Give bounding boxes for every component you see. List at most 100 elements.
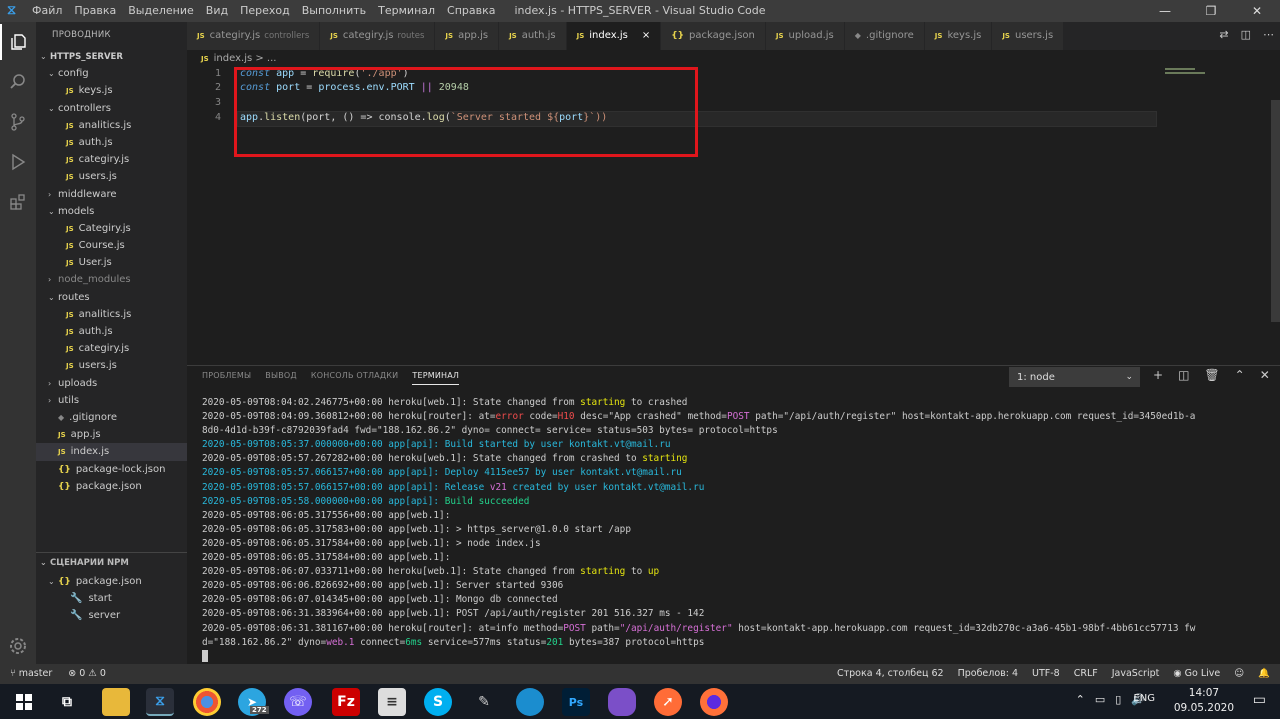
postman-icon[interactable]: ➚ — [654, 688, 682, 716]
more-actions-icon[interactable]: ⋯ — [1263, 28, 1274, 41]
feedback-icon[interactable]: ☺ — [1234, 664, 1244, 684]
tree-item[interactable]: ◆ .gitignore — [36, 409, 187, 426]
new-terminal-icon[interactable]: + — [1153, 368, 1163, 382]
obs-icon[interactable] — [516, 688, 544, 716]
tab-output[interactable]: ВЫВОД — [265, 371, 297, 385]
tree-item[interactable]: JS app.js — [36, 426, 187, 443]
split-terminal-icon[interactable]: ◫ — [1178, 368, 1189, 382]
tab-upload-js[interactable]: JS upload.js — [765, 22, 845, 50]
app-icon[interactable] — [608, 688, 636, 716]
clock[interactable]: 14:07 09.05.2020 — [1174, 686, 1234, 716]
network-icon[interactable]: ▭ — [1095, 693, 1105, 706]
language-indicator[interactable]: ENG — [1133, 693, 1155, 704]
end-of-line[interactable]: CRLF — [1074, 664, 1098, 684]
telegram-icon[interactable]: ➤ 272 — [238, 688, 269, 716]
npm-script-start[interactable]: 🔧 start — [36, 590, 187, 607]
tray-chevron-icon[interactable]: ⌃ — [1076, 693, 1085, 706]
tab-categiry-js[interactable]: JS categiry.js routes — [320, 22, 436, 50]
firefox-icon[interactable] — [700, 688, 728, 716]
tab-categiry-js[interactable]: JS categiry.js controllers — [187, 22, 321, 50]
action-center-icon[interactable]: ▭ — [1253, 692, 1266, 708]
settings-gear-icon[interactable] — [0, 628, 36, 664]
file-explorer-icon[interactable] — [102, 688, 130, 716]
compare-icon[interactable]: ⇄ — [1219, 28, 1228, 41]
windows-start-icon[interactable] — [10, 688, 38, 716]
maximize-button[interactable]: ❐ — [1188, 0, 1234, 22]
vscode-taskbar-icon[interactable]: ⧖ — [146, 688, 174, 716]
tree-item[interactable]: JS users.js — [36, 168, 187, 185]
menu-run[interactable]: Выполнить — [302, 4, 366, 17]
tree-item[interactable]: JS keys.js — [36, 82, 187, 99]
minimize-button[interactable]: — — [1142, 0, 1188, 22]
maximize-panel-icon[interactable]: ⌃ — [1235, 368, 1245, 382]
problems-status[interactable]: ⊗ 0 ⚠ 0 — [68, 664, 106, 684]
tree-item[interactable]: JS analitics.js — [36, 117, 187, 134]
menu-terminal[interactable]: Терминал — [378, 4, 435, 17]
tree-item[interactable]: JS Course.js — [36, 237, 187, 254]
cursor-position[interactable]: Строка 4, столбец 62 — [837, 664, 944, 684]
tab-debug-console[interactable]: КОНСОЛЬ ОТЛАДКИ — [311, 371, 399, 385]
tree-item[interactable]: ⌄ config — [36, 65, 187, 82]
skype-icon[interactable]: S — [424, 688, 452, 716]
tab-index-js[interactable]: JS index.js × — [566, 22, 662, 50]
chrome-icon[interactable] — [193, 688, 221, 716]
menu-selection[interactable]: Выделение — [128, 4, 194, 17]
tree-item[interactable]: › middleware — [36, 186, 187, 203]
branch-status[interactable]: ⑂ master — [10, 664, 52, 684]
menu-file[interactable]: Файл — [32, 4, 62, 17]
battery-icon[interactable]: ▯ — [1115, 693, 1121, 706]
menu-help[interactable]: Справка — [447, 4, 495, 17]
menu-view[interactable]: Вид — [206, 4, 228, 17]
paint-icon[interactable]: ✎ — [470, 688, 498, 716]
close-panel-icon[interactable]: ✕ — [1260, 368, 1270, 382]
source-control-icon[interactable] — [0, 104, 36, 140]
breadcrumb[interactable]: JS index.js > ... — [187, 50, 276, 68]
tree-item[interactable]: › utils — [36, 392, 187, 409]
editor-scrollbar[interactable] — [1271, 100, 1280, 322]
tree-item[interactable]: ⌄ controllers — [36, 100, 187, 117]
language-mode[interactable]: JavaScript — [1112, 664, 1160, 684]
run-debug-icon[interactable] — [0, 144, 36, 180]
terminal-select[interactable]: 1: node ⌄ — [1009, 367, 1140, 387]
tab-app-js[interactable]: JS app.js — [435, 22, 500, 50]
menu-go[interactable]: Переход — [240, 4, 290, 17]
tab-terminal[interactable]: ТЕРМИНАЛ — [412, 371, 460, 385]
notepad-icon[interactable]: ≡ — [378, 688, 406, 716]
kill-terminal-icon[interactable]: 🗑 — [1204, 368, 1219, 382]
tab-auth-js[interactable]: JS auth.js — [499, 22, 567, 50]
tree-item[interactable]: JS categiry.js — [36, 151, 187, 168]
menu-edit[interactable]: Правка — [74, 4, 116, 17]
tree-item[interactable]: ⌄ routes — [36, 289, 187, 306]
tree-item[interactable]: JS User.js — [36, 254, 187, 271]
filezilla-icon[interactable]: Fz — [332, 688, 360, 716]
tree-item[interactable]: JS users.js — [36, 357, 187, 374]
close-tab-icon[interactable]: × — [642, 30, 650, 41]
tab--gitignore[interactable]: ◆ .gitignore — [844, 22, 925, 50]
go-live-button[interactable]: ◉ Go Live — [1173, 664, 1220, 684]
search-icon[interactable] — [0, 64, 36, 100]
tree-item[interactable]: {} package-lock.json — [36, 461, 187, 478]
explorer-icon[interactable] — [0, 24, 36, 60]
tree-item[interactable]: › uploads — [36, 375, 187, 392]
tree-item[interactable]: JS auth.js — [36, 323, 187, 340]
npm-package-json[interactable]: ⌄{} package.json — [36, 573, 187, 590]
encoding[interactable]: UTF-8 — [1032, 664, 1060, 684]
terminal-output[interactable]: 2020-05-09T08:04:02.246775+00:00 heroku[… — [202, 396, 1195, 664]
tree-item[interactable]: JS analitics.js — [36, 306, 187, 323]
tab-keys-js[interactable]: JS keys.js — [924, 22, 993, 50]
npm-scripts-header[interactable]: ⌄ СЦЕНАРИИ NPM — [36, 553, 187, 573]
tree-item[interactable]: JS index.js — [36, 443, 187, 461]
tree-item[interactable]: {} package.json — [36, 478, 187, 495]
tab-package-json[interactable]: {} package.json — [661, 22, 766, 50]
split-editor-icon[interactable]: ◫ — [1241, 28, 1251, 41]
tab-users-js[interactable]: JS users.js — [992, 22, 1065, 50]
indentation[interactable]: Пробелов: 4 — [958, 664, 1018, 684]
viber-icon[interactable]: ☏ — [284, 688, 312, 716]
extensions-icon[interactable] — [0, 184, 36, 220]
close-window-button[interactable]: ✕ — [1234, 0, 1280, 22]
notifications-icon[interactable]: 🔔 — [1258, 664, 1270, 684]
minimap[interactable] — [1165, 68, 1265, 76]
tree-item[interactable]: › node_modules — [36, 271, 187, 288]
tree-item[interactable]: JS categiry.js — [36, 340, 187, 357]
task-view-icon[interactable]: ⧉ — [53, 688, 81, 716]
